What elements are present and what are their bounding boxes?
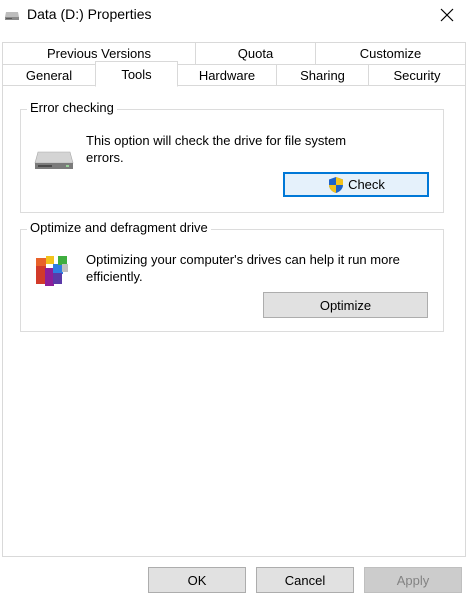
apply-button[interactable]: Apply: [364, 567, 462, 593]
check-button[interactable]: Check: [283, 172, 429, 197]
tab-general[interactable]: General: [2, 64, 96, 86]
optimize-title: Optimize and defragment drive: [27, 220, 211, 235]
tab-customize[interactable]: Customize: [315, 42, 466, 65]
tab-security[interactable]: Security: [368, 64, 466, 86]
error-checking-group: Error checking This option will check th…: [20, 100, 444, 213]
title-bar: Data (D:) Properties: [0, 0, 470, 30]
uac-shield-icon: [329, 176, 344, 193]
drive-icon: [5, 12, 19, 20]
optimize-button[interactable]: Optimize: [263, 292, 428, 318]
drive-icon: [34, 151, 74, 169]
cancel-button[interactable]: Cancel: [256, 567, 354, 593]
optimize-description: Optimizing your computer's drives can he…: [86, 252, 400, 284]
tools-panel: Error checking This option will check th…: [2, 85, 466, 557]
tab-sharing[interactable]: Sharing: [276, 64, 369, 86]
tab-hardware[interactable]: Hardware: [177, 64, 277, 86]
optimize-group: Optimize and defragment drive Optimizing…: [20, 220, 444, 332]
error-checking-description: This option will check the drive for fil…: [86, 133, 347, 165]
defrag-icon: [36, 256, 68, 286]
tab-strip: Previous Versions Quota Customize Genera…: [0, 40, 470, 87]
check-button-label: Check: [348, 177, 385, 192]
ok-button[interactable]: OK: [148, 567, 246, 593]
window-title: Data (D:) Properties: [27, 6, 152, 22]
error-checking-title: Error checking: [27, 100, 117, 115]
close-button[interactable]: [424, 0, 470, 30]
close-icon: [440, 8, 454, 22]
tab-quota[interactable]: Quota: [195, 42, 316, 65]
tab-tools[interactable]: Tools: [95, 61, 178, 87]
